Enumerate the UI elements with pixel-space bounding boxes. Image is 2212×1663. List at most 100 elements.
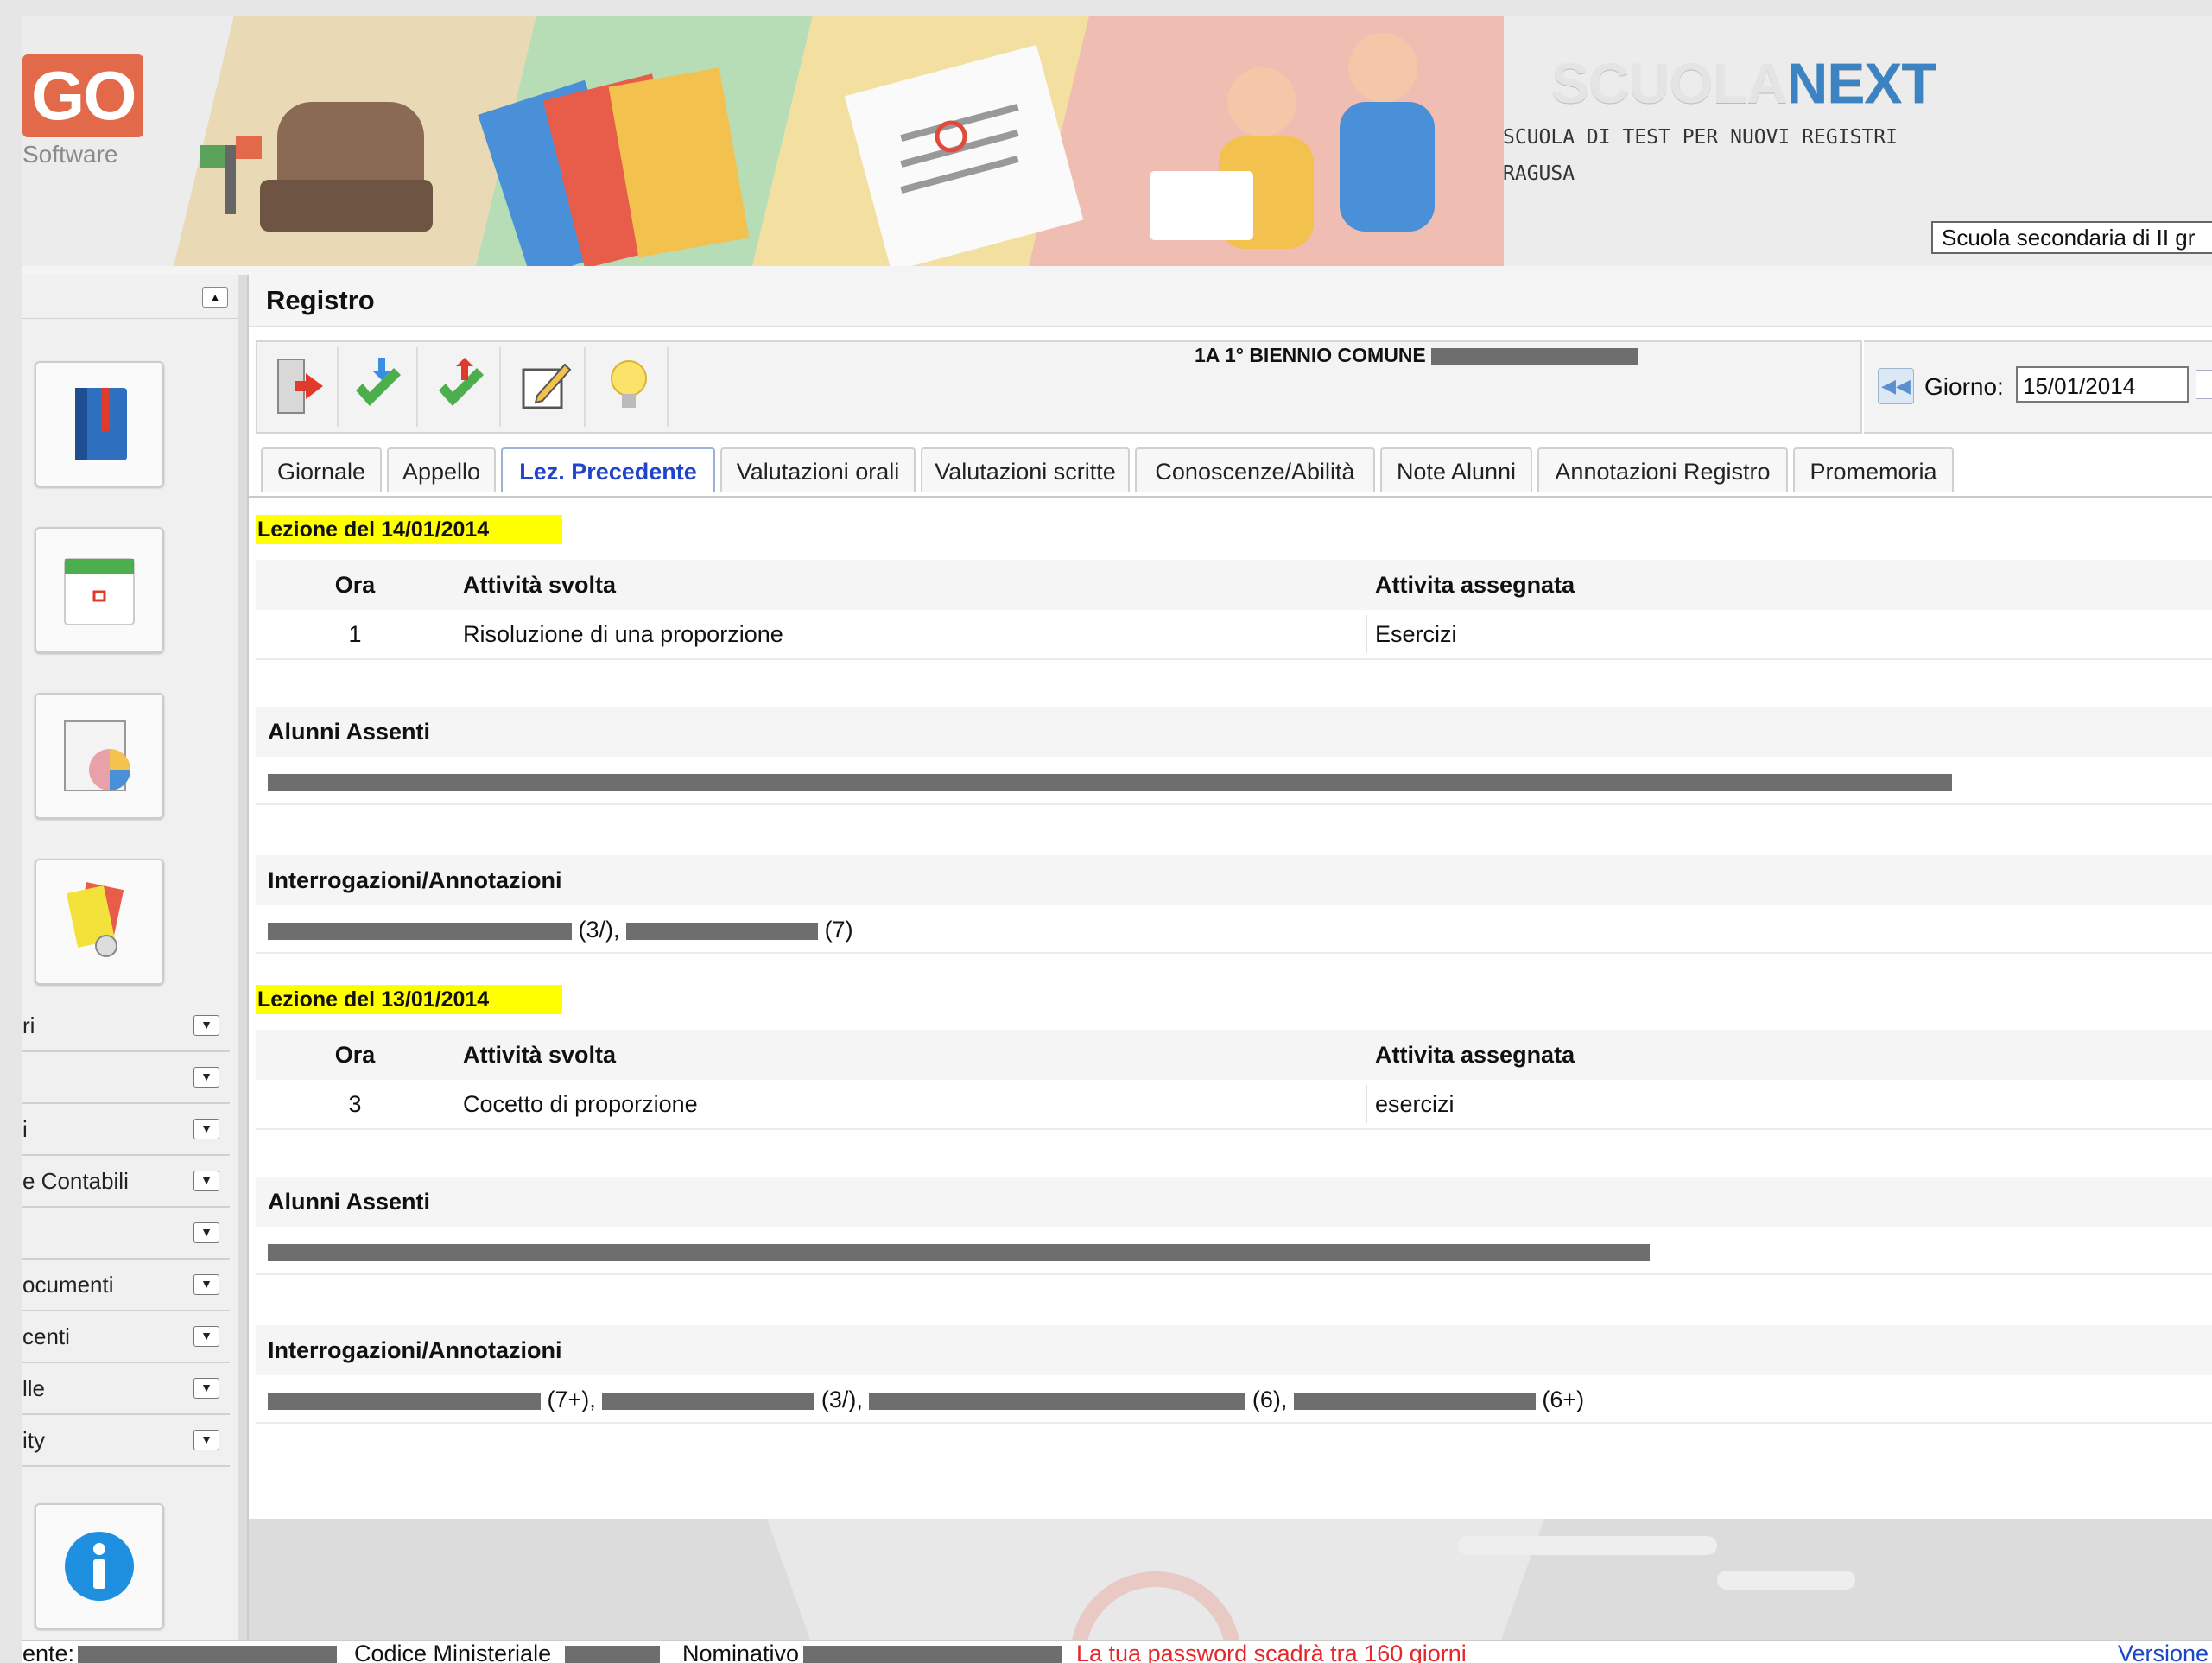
exit-button[interactable] <box>261 347 339 427</box>
page-title: Registro <box>249 275 2212 327</box>
absent-students-title: Alunni Assenti <box>256 707 2212 757</box>
upload-check-button[interactable] <box>423 347 501 427</box>
header-illustration <box>174 16 1504 266</box>
column-divider <box>1366 1085 1367 1123</box>
edit-button[interactable] <box>508 347 586 427</box>
chevron-down-icon[interactable]: ▼ <box>193 1015 219 1036</box>
chevron-down-icon[interactable]: ▼ <box>193 1119 219 1139</box>
chevron-down-icon[interactable]: ▼ <box>193 1222 219 1243</box>
statistics-icon <box>64 720 130 791</box>
logo-subtitle: Software <box>22 141 118 168</box>
notes-title: Interrogazioni/Annotazioni <box>256 1325 2212 1375</box>
tab-valutazioni-scritte[interactable]: Valutazioni scritte <box>921 447 1130 492</box>
lesson-header: Lezione del 13/01/2014 <box>256 985 562 1014</box>
tab-annotazioni-registro[interactable]: Annotazioni Registro <box>1537 447 1788 492</box>
col-assegnata-header: Attivita assegnata <box>1375 572 1575 598</box>
school-type-select[interactable]: Scuola secondaria di II gr <box>1931 221 2212 254</box>
sidebar-menu-row[interactable]: ri ▼ <box>22 1000 230 1052</box>
day-selector: ◀◀ Giorno: 15/01/2014 <box>1864 340 2212 434</box>
sidebar-menu-row[interactable]: ocumenti ▼ <box>22 1260 230 1311</box>
tab-conoscenze-abilita[interactable]: Conoscenze/Abilità <box>1135 447 1375 492</box>
sidebar-menu-row[interactable]: ity ▼ <box>22 1415 230 1467</box>
tab-note-alunni[interactable]: Note Alunni <box>1380 447 1532 492</box>
sidebar: ▲ ri ▼ ▼ i ▼ e Contabili ▼ ▼ ocumenti ▼ … <box>22 275 247 1640</box>
school-city: RAGUSA <box>1503 162 1575 185</box>
sidebar-menu-label: i <box>22 1116 28 1142</box>
col-svolta-header: Attività svolta <box>463 1042 617 1068</box>
statistics-tile[interactable] <box>35 693 164 819</box>
redacted-text <box>268 922 572 940</box>
version-link[interactable]: Versione <box>2118 1641 2209 1663</box>
register-book-icon <box>75 388 127 460</box>
tab-underline <box>249 496 2212 498</box>
col-ora-header: Ora <box>334 1042 376 1068</box>
lightbulb-icon <box>611 360 647 408</box>
day-input[interactable]: 15/01/2014 <box>2016 366 2189 403</box>
download-check-button[interactable] <box>340 347 418 427</box>
codice-label: Codice Ministeriale <box>354 1641 552 1663</box>
calendar-picker-icon[interactable] <box>2196 370 2212 399</box>
redacted-text <box>78 1646 337 1663</box>
tab-lez-precedente[interactable]: Lez. Precedente <box>501 447 715 492</box>
logo-mark-text: GO <box>22 54 144 137</box>
grade-text: (6), <box>1252 1387 1288 1412</box>
nominativo-label: Nominativo <box>682 1641 800 1663</box>
app-window: GO Software SCUOLANEXT SCUOLA DI TEST PE… <box>22 16 2212 1663</box>
ente-label: ente: <box>22 1641 75 1663</box>
lesson-table-header: Ora Attività svolta Attivita assegnata <box>256 560 2212 610</box>
sidebar-menu-label: ity <box>22 1427 45 1453</box>
class-name: 1A 1° BIENNIO COMUNE <box>1195 344 1639 367</box>
redacted-text <box>602 1392 815 1410</box>
sidebar-menu-row[interactable]: e Contabili ▼ <box>22 1156 230 1208</box>
sidebar-menu-row[interactable]: centi ▼ <box>22 1311 230 1363</box>
col-assegnata-header: Attivita assegnata <box>1375 1042 1575 1068</box>
redacted-text <box>268 1392 541 1410</box>
scuolanext-brand: SCUOLANEXT <box>1551 50 1936 116</box>
chevron-down-icon[interactable]: ▼ <box>193 1326 219 1347</box>
cell-ora: 1 <box>348 621 362 647</box>
sidebar-menu-label: centi <box>22 1323 70 1349</box>
chevron-down-icon[interactable]: ▼ <box>193 1378 219 1399</box>
header-banner: GO Software SCUOLANEXT SCUOLA DI TEST PE… <box>22 16 2212 266</box>
register-book-tile[interactable] <box>35 361 164 487</box>
previous-day-icon[interactable]: ◀◀ <box>1878 368 1914 404</box>
password-warning: La tua password scadrà tra 160 giorni <box>1076 1641 1467 1663</box>
redacted-text <box>803 1646 1062 1663</box>
chevron-down-icon[interactable]: ▼ <box>193 1430 219 1450</box>
redacted-text <box>268 773 1952 791</box>
tab-valutazioni-orali[interactable]: Valutazioni orali <box>720 447 916 492</box>
sidebar-menu-row[interactable]: ▼ <box>22 1052 230 1104</box>
sidebar-menu-row[interactable]: ▼ <box>22 1208 230 1260</box>
reports-tile[interactable] <box>35 859 164 985</box>
grade-text: (3/), <box>821 1387 863 1412</box>
tab-promemoria[interactable]: Promemoria <box>1793 447 1954 492</box>
col-svolta-header: Attività svolta <box>463 572 617 598</box>
sidebar-menu-row[interactable]: i ▼ <box>22 1104 230 1156</box>
cell-assegnata: Esercizi <box>1375 621 1457 647</box>
check-down-icon <box>356 358 401 406</box>
notes-list: (3/), (7) <box>256 905 2212 954</box>
tab-giornale[interactable]: Giornale <box>261 447 382 492</box>
table-row: 3 Cocetto di proporzione esercizi <box>256 1080 2212 1130</box>
reports-icon <box>66 882 124 957</box>
brand-part-2: NEXT <box>1786 51 1936 115</box>
calendar-tile[interactable] <box>35 527 164 653</box>
chevron-down-icon[interactable]: ▼ <box>193 1274 219 1295</box>
sidebar-menu-row[interactable]: lle ▼ <box>22 1363 230 1415</box>
status-bar: ente: Codice Ministeriale Nominativo La … <box>22 1640 2212 1663</box>
check-up-icon <box>439 358 484 406</box>
notes-list: (7+), (3/), (6), (6+) <box>256 1375 2212 1424</box>
chevron-down-icon[interactable]: ▼ <box>193 1067 219 1088</box>
chevron-down-icon[interactable]: ▼ <box>193 1171 219 1191</box>
tab-appello[interactable]: Appello <box>387 447 496 492</box>
grade-text: (3/), <box>578 917 620 943</box>
cell-ora: 3 <box>348 1091 362 1117</box>
cell-assegnata: esercizi <box>1375 1091 1455 1117</box>
redacted-text <box>626 922 819 940</box>
info-tile[interactable] <box>35 1503 164 1629</box>
info-icon <box>65 1532 134 1601</box>
registro-panel: Registro 1A 1° BIENNIO COMUNE ◀◀ Giorno:… <box>247 275 2212 1640</box>
redacted-text <box>1293 1392 1536 1410</box>
hint-button[interactable] <box>591 347 669 427</box>
collapse-up-icon[interactable]: ▲ <box>202 287 228 308</box>
